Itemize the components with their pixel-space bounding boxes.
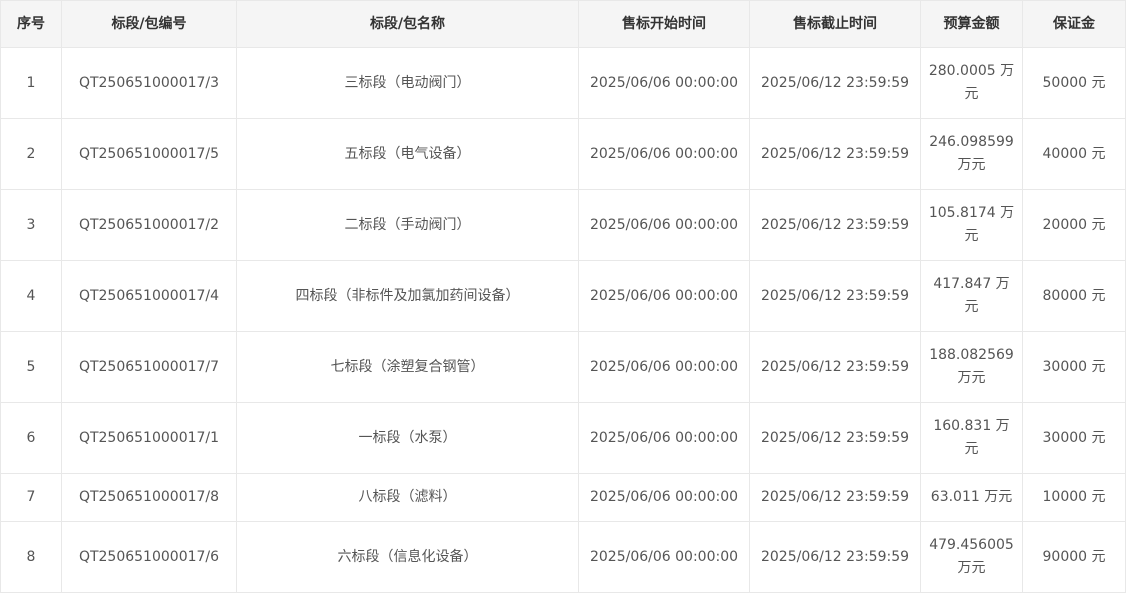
cell-budget: 280.0005 万元 — [920, 47, 1023, 119]
table-row: 4 QT250651000017/4 四标段（非标件及加氯加药间设备） 2025… — [0, 260, 1126, 332]
cell-deposit: 90000 元 — [1022, 521, 1126, 593]
cell-sale-start: 2025/06/06 00:00:00 — [578, 118, 750, 190]
cell-budget: 105.8174 万元 — [920, 189, 1023, 261]
cell-deposit: 30000 元 — [1022, 402, 1126, 474]
cell-section-code: QT250651000017/6 — [61, 521, 237, 593]
cell-section-name: 七标段（涂塑复合钢管） — [236, 331, 579, 403]
cell-index: 6 — [0, 402, 62, 474]
cell-section-code: QT250651000017/8 — [61, 473, 237, 522]
cell-deposit: 40000 元 — [1022, 118, 1126, 190]
cell-section-name: 二标段（手动阀门） — [236, 189, 579, 261]
header-sale-start: 售标开始时间 — [578, 0, 750, 48]
cell-section-code: QT250651000017/4 — [61, 260, 237, 332]
cell-sale-start: 2025/06/06 00:00:00 — [578, 521, 750, 593]
cell-sale-end: 2025/06/12 23:59:59 — [749, 331, 921, 403]
cell-budget: 417.847 万元 — [920, 260, 1023, 332]
table-row: 5 QT250651000017/7 七标段（涂塑复合钢管） 2025/06/0… — [0, 331, 1126, 403]
cell-section-code: QT250651000017/1 — [61, 402, 237, 474]
cell-deposit: 80000 元 — [1022, 260, 1126, 332]
header-deposit: 保证金 — [1022, 0, 1126, 48]
cell-deposit: 50000 元 — [1022, 47, 1126, 119]
table-header-row: 序号 标段/包编号 标段/包名称 售标开始时间 售标截止时间 预算金额 保证金 — [0, 0, 1126, 48]
cell-sale-start: 2025/06/06 00:00:00 — [578, 473, 750, 522]
cell-section-name: 八标段（滤料） — [236, 473, 579, 522]
cell-sale-end: 2025/06/12 23:59:59 — [749, 189, 921, 261]
cell-sale-start: 2025/06/06 00:00:00 — [578, 260, 750, 332]
table-row: 2 QT250651000017/5 五标段（电气设备） 2025/06/06 … — [0, 118, 1126, 190]
cell-deposit: 30000 元 — [1022, 331, 1126, 403]
cell-index: 8 — [0, 521, 62, 593]
cell-sale-end: 2025/06/12 23:59:59 — [749, 47, 921, 119]
bid-sections-panel: 序号 标段/包编号 标段/包名称 售标开始时间 售标截止时间 预算金额 保证金 … — [0, 0, 1126, 593]
cell-index: 7 — [0, 473, 62, 522]
table-row: 3 QT250651000017/2 二标段（手动阀门） 2025/06/06 … — [0, 189, 1126, 261]
table-row: 1 QT250651000017/3 三标段（电动阀门） 2025/06/06 … — [0, 47, 1126, 119]
header-section-code: 标段/包编号 — [61, 0, 237, 48]
cell-sale-start: 2025/06/06 00:00:00 — [578, 402, 750, 474]
cell-section-name: 四标段（非标件及加氯加药间设备） — [236, 260, 579, 332]
cell-sale-start: 2025/06/06 00:00:00 — [578, 331, 750, 403]
cell-sale-end: 2025/06/12 23:59:59 — [749, 260, 921, 332]
table-row: 6 QT250651000017/1 一标段（水泵） 2025/06/06 00… — [0, 402, 1126, 474]
bid-sections-table: 序号 标段/包编号 标段/包名称 售标开始时间 售标截止时间 预算金额 保证金 … — [0, 0, 1126, 593]
header-sale-end: 售标截止时间 — [749, 0, 921, 48]
cell-sale-end: 2025/06/12 23:59:59 — [749, 521, 921, 593]
cell-section-name: 五标段（电气设备） — [236, 118, 579, 190]
header-budget: 预算金额 — [920, 0, 1023, 48]
cell-sale-end: 2025/06/12 23:59:59 — [749, 473, 921, 522]
cell-section-name: 六标段（信息化设备） — [236, 521, 579, 593]
cell-deposit: 20000 元 — [1022, 189, 1126, 261]
cell-budget: 63.011 万元 — [920, 473, 1023, 522]
cell-budget: 246.098599 万元 — [920, 118, 1023, 190]
table-row: 8 QT250651000017/6 六标段（信息化设备） 2025/06/06… — [0, 521, 1126, 593]
cell-index: 2 — [0, 118, 62, 190]
cell-section-name: 三标段（电动阀门） — [236, 47, 579, 119]
cell-section-code: QT250651000017/5 — [61, 118, 237, 190]
cell-budget: 160.831 万元 — [920, 402, 1023, 474]
cell-sale-start: 2025/06/06 00:00:00 — [578, 47, 750, 119]
cell-deposit: 10000 元 — [1022, 473, 1126, 522]
cell-section-code: QT250651000017/2 — [61, 189, 237, 261]
cell-section-code: QT250651000017/7 — [61, 331, 237, 403]
header-section-name: 标段/包名称 — [236, 0, 579, 48]
cell-sale-end: 2025/06/12 23:59:59 — [749, 118, 921, 190]
cell-sale-start: 2025/06/06 00:00:00 — [578, 189, 750, 261]
cell-section-code: QT250651000017/3 — [61, 47, 237, 119]
cell-sale-end: 2025/06/12 23:59:59 — [749, 402, 921, 474]
cell-index: 1 — [0, 47, 62, 119]
table-row: 7 QT250651000017/8 八标段（滤料） 2025/06/06 00… — [0, 473, 1126, 522]
cell-section-name: 一标段（水泵） — [236, 402, 579, 474]
cell-index: 4 — [0, 260, 62, 332]
cell-budget: 188.082569 万元 — [920, 331, 1023, 403]
cell-index: 3 — [0, 189, 62, 261]
cell-index: 5 — [0, 331, 62, 403]
cell-budget: 479.456005 万元 — [920, 521, 1023, 593]
header-index: 序号 — [0, 0, 62, 48]
